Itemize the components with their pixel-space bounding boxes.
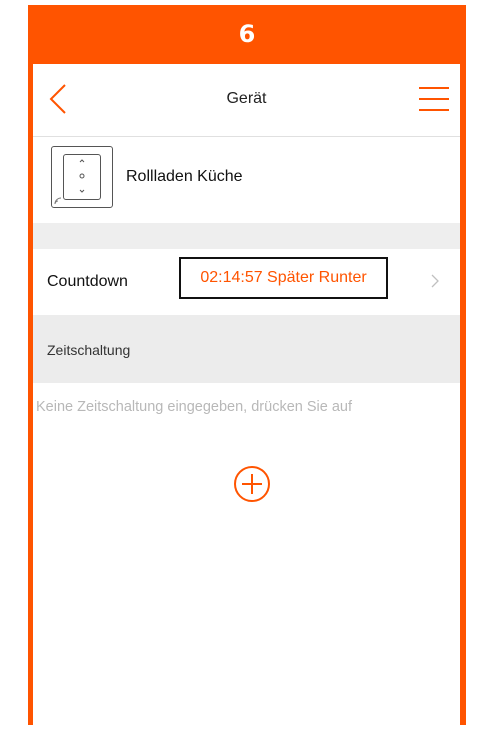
step-number: 6 (238, 20, 256, 48)
chevron-right-icon (431, 274, 439, 288)
schedule-section-header: Zeitschaltung (33, 315, 460, 383)
highlight-frame: 6 Gerät Rollladen Küche Countdown 02:14:… (28, 5, 466, 725)
switch-glyph (79, 159, 85, 193)
shutter-switch-icon (51, 146, 113, 208)
app-screen: Gerät Rollladen Küche Countdown 02:14:57… (33, 64, 460, 725)
device-row[interactable]: Rollladen Küche (33, 137, 460, 223)
empty-schedule-message: Keine Zeitschaltung eingegeben, drücken … (36, 399, 352, 415)
switch-panel (63, 154, 101, 200)
hamburger-menu-icon (419, 87, 449, 111)
countdown-value: 02:14:57 Später Runter (200, 269, 367, 286)
page-title: Gerät (226, 90, 267, 107)
countdown-label: Countdown (47, 273, 128, 290)
top-bar: Gerät (33, 64, 460, 137)
step-banner: 6 (28, 5, 466, 63)
menu-button[interactable] (418, 86, 450, 112)
countdown-row[interactable]: Countdown 02:14:57 Später Runter (33, 249, 460, 315)
device-name: Rollladen Küche (126, 168, 243, 185)
section-divider (33, 223, 460, 249)
add-schedule-button[interactable] (233, 465, 271, 503)
plus-circle-icon (234, 466, 270, 502)
countdown-highlight-box: 02:14:57 Später Runter (179, 257, 388, 299)
signal-icon (54, 197, 62, 205)
schedule-section-title: Zeitschaltung (47, 342, 131, 358)
